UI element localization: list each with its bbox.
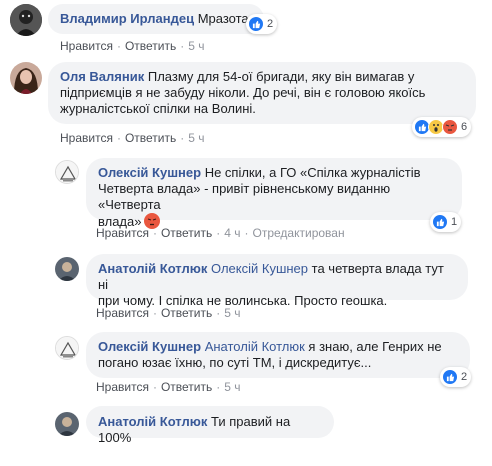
comment-bubble: Олексій Кушнер Не спілки, а ГО «Спілка ж… — [86, 158, 462, 229]
like-icon — [442, 369, 458, 385]
like-link[interactable]: Нравится — [60, 131, 113, 145]
comment-author[interactable]: Анатолій Котлюк — [98, 261, 207, 276]
comment-text: Не спілки, а ГО «Спілка журналістів — [204, 165, 421, 180]
mention-link[interactable]: Олексій Кушнер — [211, 261, 308, 276]
comment-bubble: Анатолій Котлюк Олексій Кушнер та четвер… — [86, 254, 468, 308]
avatar[interactable] — [55, 336, 79, 360]
comment-author[interactable]: Олексій Кушнер — [98, 165, 201, 180]
reply-link[interactable]: Ответить — [125, 39, 176, 53]
timestamp[interactable]: 5 ч — [188, 131, 204, 145]
avatar[interactable] — [10, 62, 42, 94]
reactions-summary[interactable]: 1 — [430, 212, 462, 232]
like-link[interactable]: Нравится — [96, 226, 149, 240]
comment-text: журналістської спілки на Волині. — [60, 101, 256, 116]
comment-actions: Нравится · Ответить · 4 ч · Отредактирован — [96, 226, 345, 240]
timestamp[interactable]: 4 ч — [224, 226, 240, 240]
like-link[interactable]: Нравится — [96, 306, 149, 320]
comment-text: погано юзає їхню, по суті ТМ, і дискреди… — [98, 355, 372, 370]
comment-text: підприємців я не забуду ніколи. До речі,… — [60, 85, 426, 100]
comment-text: Четверта влада» - привіт рівненському ви… — [98, 181, 391, 212]
avatar[interactable] — [55, 160, 79, 184]
comment-bubble: Анатолій Котлюк Ти правий на 100% — [86, 406, 334, 445]
comment-author[interactable]: Владимир Ирландец — [60, 11, 194, 26]
reply-link[interactable]: Ответить — [161, 306, 212, 320]
comment-author[interactable]: Анатолій Котлюк — [98, 414, 207, 429]
like-icon — [432, 214, 448, 230]
timestamp[interactable]: 5 ч — [224, 306, 240, 320]
reply-link[interactable]: Ответить — [161, 380, 212, 394]
like-link[interactable]: Нравится — [60, 39, 113, 53]
comment-author[interactable]: Оля Валяник — [60, 69, 144, 84]
edited-label[interactable]: Отредактирован — [253, 226, 345, 240]
avatar[interactable] — [55, 257, 79, 281]
like-link[interactable]: Нравится — [96, 380, 149, 394]
timestamp[interactable]: 5 ч — [188, 39, 204, 53]
comment-bubble: Владимир Ирландец Мразота — [48, 4, 264, 34]
comment-actions: Нравится · Ответить · 5 ч — [96, 306, 241, 320]
avatar[interactable] — [10, 4, 42, 36]
reply-link[interactable]: Ответить — [161, 226, 212, 240]
reaction-count: 2 — [267, 18, 274, 30]
comment-actions: Нравится · Ответить · 5 ч — [60, 131, 205, 145]
reaction-count: 1 — [451, 216, 458, 228]
reply-link[interactable]: Ответить — [125, 131, 176, 145]
reaction-count: 2 — [461, 371, 468, 383]
comment-bubble: Оля Валяник Плазму для 54-ої бригади, як… — [48, 62, 476, 124]
comment-actions: Нравится · Ответить · 5 ч — [96, 380, 241, 394]
comment-text: Мразота — [197, 11, 249, 26]
timestamp[interactable]: 5 ч — [224, 380, 240, 394]
reaction-count: 6 — [461, 121, 468, 133]
comment-author[interactable]: Олексій Кушнер — [98, 339, 201, 354]
avatar[interactable] — [55, 412, 79, 436]
comment-actions: Нравится · Ответить · 5 ч — [60, 39, 205, 53]
reactions-summary[interactable]: 2 — [246, 14, 278, 34]
comment-bubble: Олексій Кушнер Анатолій Котлюк я знаю, а… — [86, 332, 470, 378]
mention-link[interactable]: Анатолій Котлюк — [205, 339, 305, 354]
comment-text: Плазму для 54-ої бригади, яку він вимага… — [147, 69, 415, 84]
angry-icon — [442, 119, 458, 135]
reactions-summary[interactable]: 2 — [440, 367, 472, 387]
reactions-summary[interactable]: 6 — [412, 117, 472, 137]
comment-text: я знаю, але Генрих не — [308, 339, 442, 354]
like-icon — [248, 16, 264, 32]
